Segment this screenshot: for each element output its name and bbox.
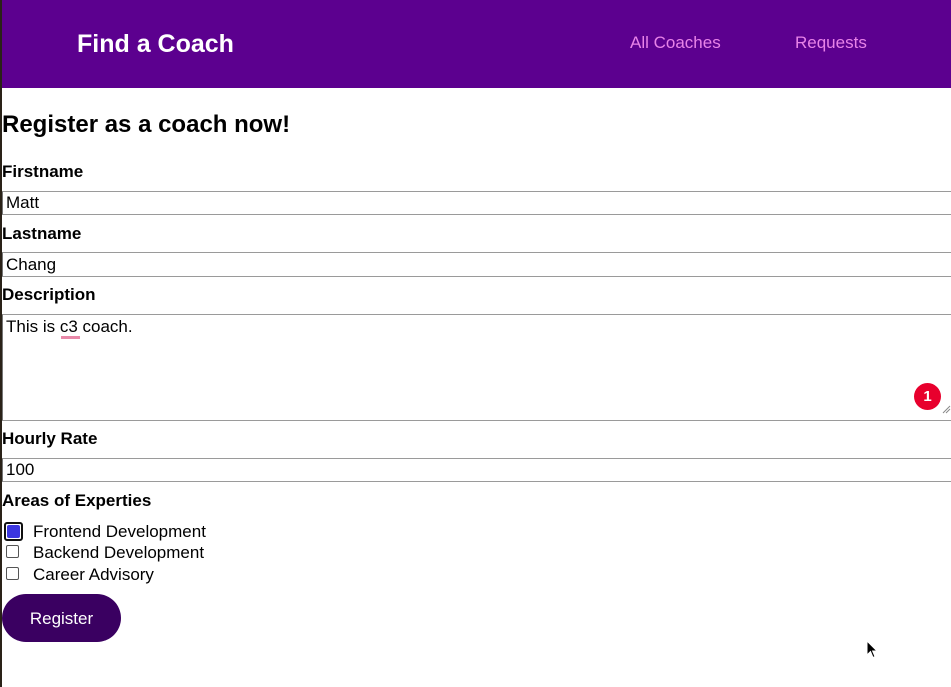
resize-grip-icon[interactable] [941,404,951,414]
check-mark-icon [7,525,20,538]
spellcheck-underline [61,336,80,339]
career-checkbox[interactable] [6,567,19,580]
register-button[interactable]: Register [2,594,121,642]
description-label: Description [2,285,96,304]
lastname-input[interactable] [2,252,951,277]
brand-title[interactable]: Find a Coach [77,29,234,59]
career-label[interactable]: Career Advisory [33,565,154,585]
description-textarea[interactable]: This is c3 coach. [2,314,951,421]
notification-badge[interactable]: 1 [914,383,941,410]
frontend-label[interactable]: Frontend Development [33,522,206,542]
top-navigation-bar: Find a Coach All Coaches Requests [2,0,951,88]
hourly-rate-label: Hourly Rate [2,429,98,448]
areas-label: Areas of Experties [2,491,152,510]
hourly-rate-input[interactable] [2,458,951,482]
firstname-input[interactable] [2,191,951,215]
mouse-pointer-icon [866,640,878,659]
lastname-label: Lastname [2,224,82,243]
frontend-checkbox[interactable] [4,522,23,541]
backend-checkbox[interactable] [6,545,19,558]
page-title: Register as a coach now! [2,111,291,138]
nav-link-requests[interactable]: Requests [795,33,867,53]
firstname-label: Firstname [2,162,84,181]
nav-link-all-coaches[interactable]: All Coaches [630,33,721,53]
backend-label[interactable]: Backend Development [33,543,204,563]
